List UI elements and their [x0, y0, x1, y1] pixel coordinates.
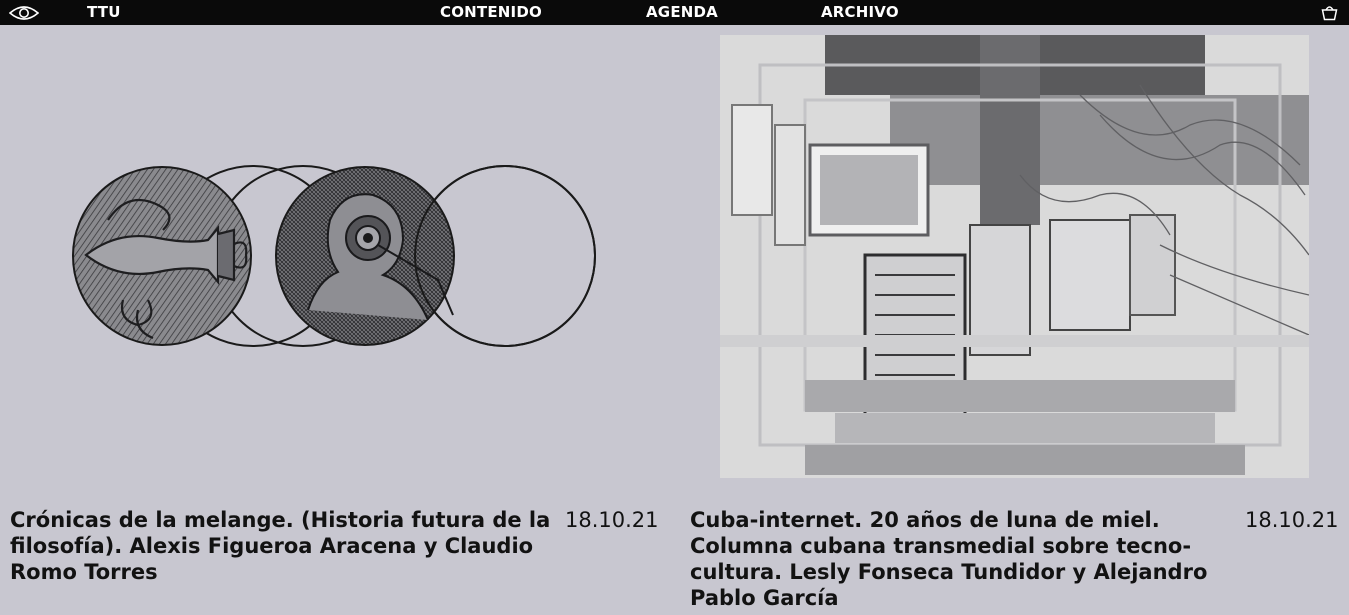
article-2-image[interactable]: [720, 35, 1309, 478]
article-2-title[interactable]: Cuba-internet. 20 años de luna de miel. …: [690, 507, 1235, 611]
nav-contenido[interactable]: CONTENIDO: [440, 4, 542, 21]
article-2-date: 18.10.21: [1245, 508, 1339, 532]
nav-archivo[interactable]: ARCHIVO: [821, 4, 899, 21]
shopping-basket-icon[interactable]: [1321, 4, 1338, 21]
glitched-computer-hardware-photo: [720, 35, 1309, 478]
top-navigation-bar: TTU CONTENIDO AGENDA ARCHIVO: [0, 0, 1349, 25]
eye-icon[interactable]: [9, 4, 39, 22]
brand-link[interactable]: TTU: [87, 4, 121, 21]
article-1-date: 18.10.21: [565, 508, 659, 532]
nav-agenda[interactable]: AGENDA: [646, 4, 718, 21]
article-1-image[interactable]: [68, 160, 603, 355]
article-1-title[interactable]: Crónicas de la melange. (Historia futura…: [10, 507, 570, 585]
engraved-circles-illustration: [72, 165, 596, 347]
